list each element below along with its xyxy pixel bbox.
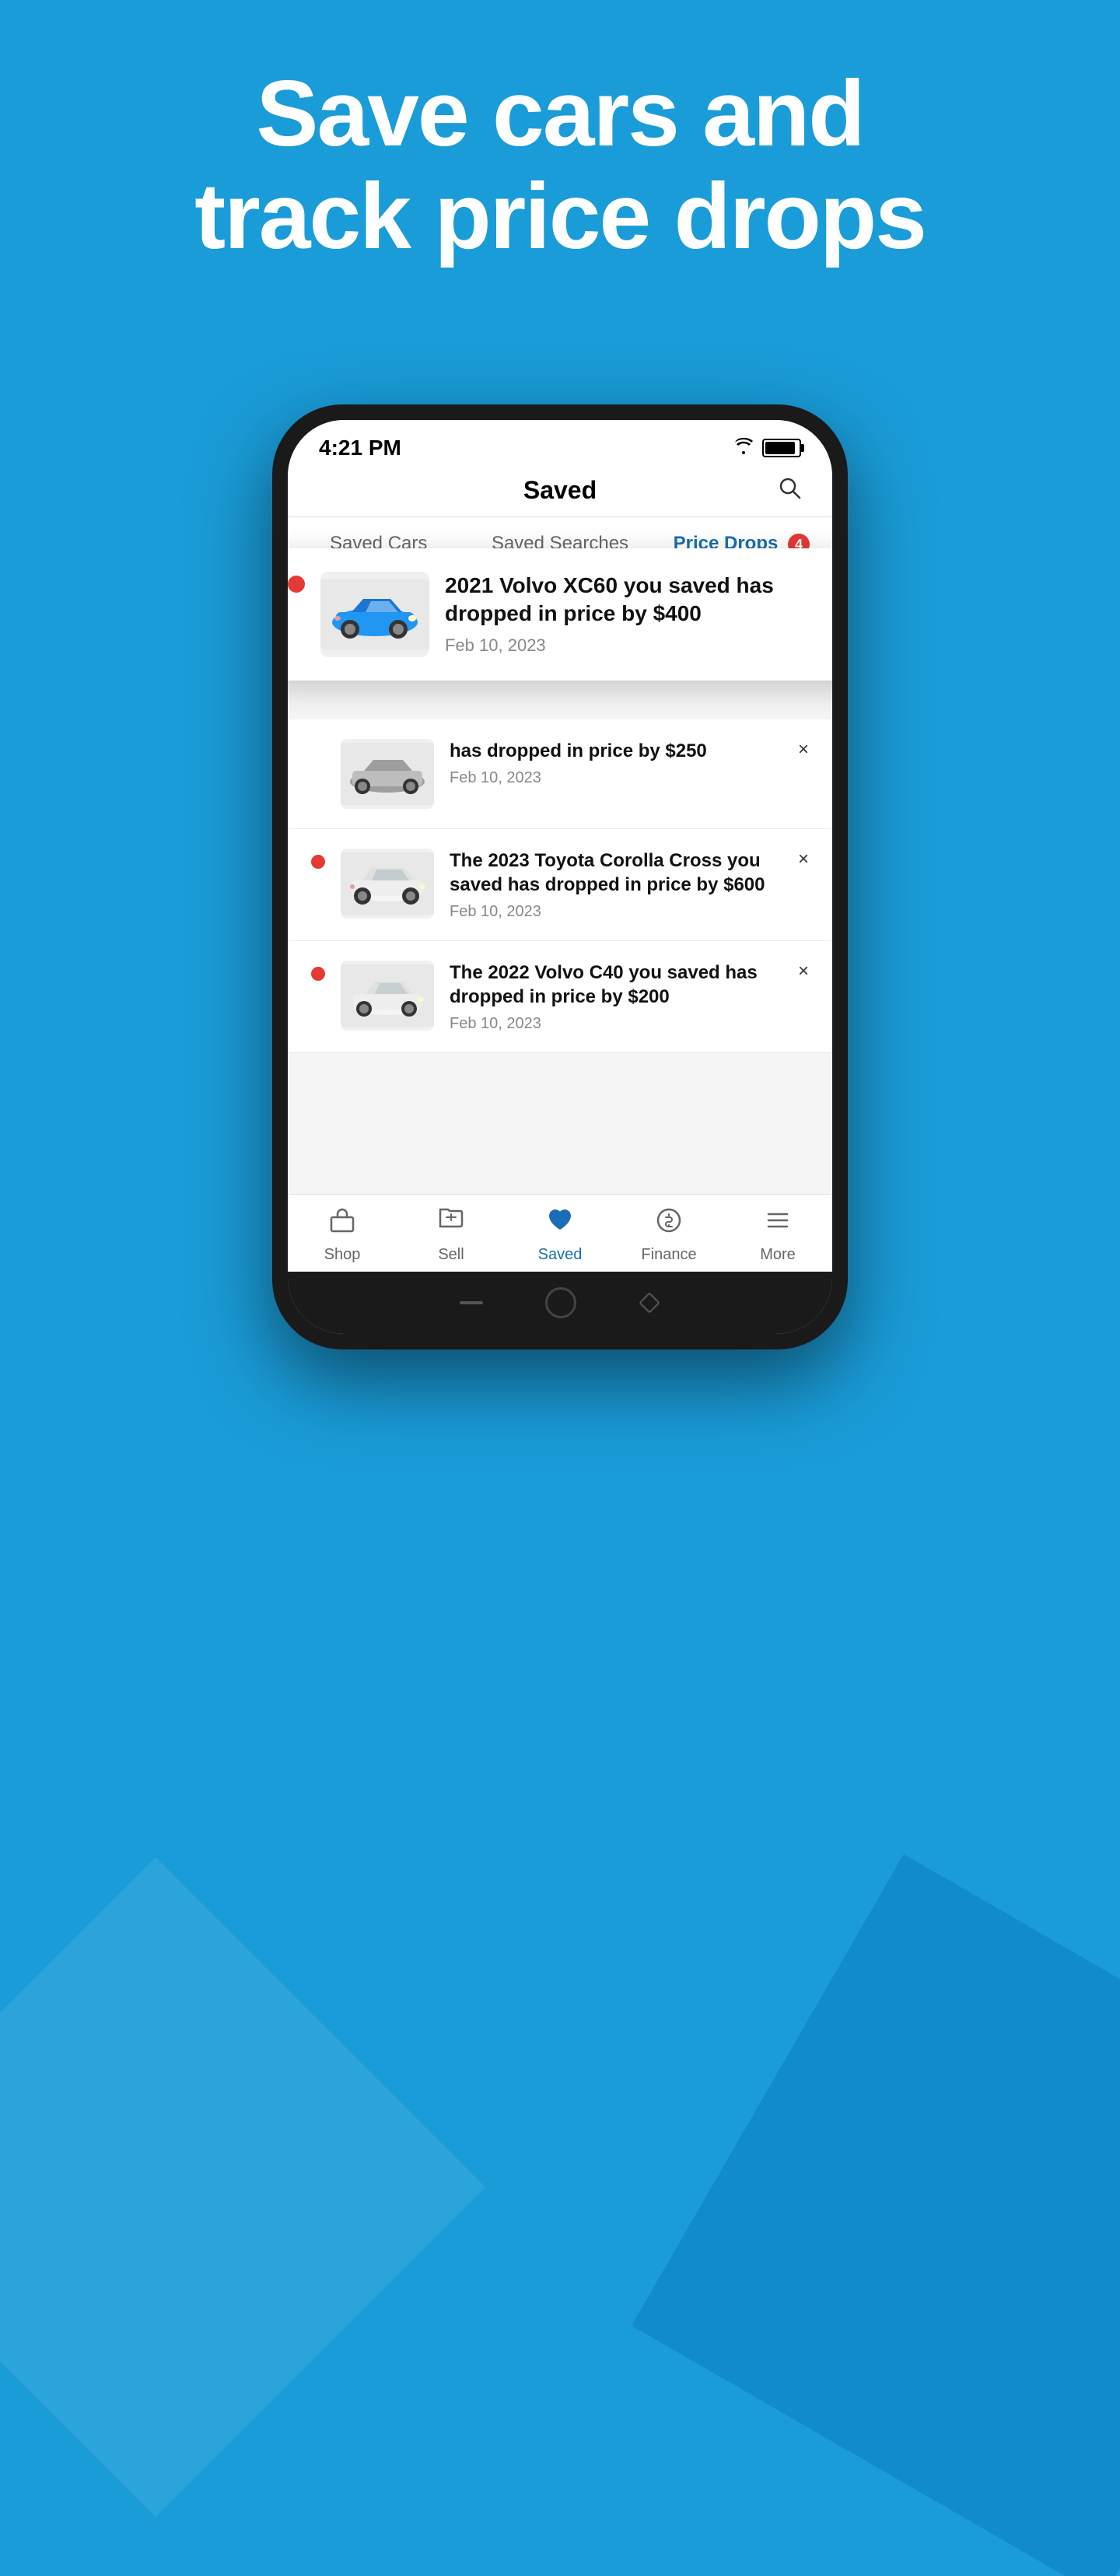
item-car-image-1 [341, 739, 434, 809]
phone-frame: 4:21 PM Saved [272, 404, 848, 1349]
item-text-1: has dropped in price by $250 Feb 10, 202… [450, 739, 782, 787]
item-unread-placeholder [311, 745, 325, 759]
item-date-2: Feb 10, 2023 [450, 903, 782, 921]
sell-icon [437, 1206, 465, 1241]
nav-item-saved[interactable]: Saved [506, 1206, 614, 1264]
nav-label-finance: Finance [641, 1246, 696, 1264]
bottom-nav: Shop Sell [288, 1194, 832, 1272]
more-icon [764, 1206, 792, 1241]
nav-label-sell: Sell [438, 1246, 464, 1264]
battery-icon [762, 439, 801, 457]
nav-label-saved: Saved [538, 1246, 583, 1264]
android-home-icon[interactable] [545, 1287, 576, 1318]
notification-card: 2021 Volvo XC60 you saved has dropped in… [288, 548, 832, 681]
hero-section: Save cars and track price drops [0, 62, 1120, 268]
content-spacer [288, 1053, 832, 1100]
wifi-icon [733, 437, 754, 460]
item-unread-dot-3 [311, 967, 325, 981]
item-title-2: The 2023 Toyota Corolla Cross you saved … [450, 849, 782, 897]
phone-container: 4:21 PM Saved [272, 404, 848, 1349]
item-date-1: Feb 10, 2023 [450, 769, 782, 787]
status-time: 4:21 PM [319, 436, 401, 460]
item-close-button-2[interactable]: × [798, 849, 809, 870]
nav-item-finance[interactable]: Finance [614, 1206, 723, 1264]
status-icons [733, 437, 801, 460]
notification-unread-dot [288, 576, 305, 593]
android-nav-bar [288, 1272, 832, 1334]
hero-title: Save cars and track price drops [62, 62, 1058, 268]
app-content: 2021 Volvo XC60 you saved has dropped in… [288, 572, 832, 1194]
item-title-1: has dropped in price by $250 [450, 739, 782, 763]
phone-screen: 4:21 PM Saved [288, 420, 832, 1334]
saved-icon [546, 1206, 574, 1241]
notification-car-image [320, 572, 429, 657]
nav-label-shop: Shop [324, 1246, 361, 1264]
item-close-button-1[interactable]: × [798, 739, 809, 761]
app-header: Saved [288, 468, 832, 517]
notification-title: 2021 Volvo XC60 you saved has dropped in… [445, 572, 832, 628]
item-text-2: The 2023 Toyota Corolla Cross you saved … [450, 849, 782, 921]
nav-item-shop[interactable]: Shop [288, 1206, 397, 1264]
item-text-3: The 2022 Volvo C40 you saved has dropped… [450, 961, 782, 1033]
app-title: Saved [523, 476, 597, 505]
finance-icon [655, 1206, 683, 1241]
item-unread-dot-2 [311, 855, 325, 869]
price-drop-item-2: The 2023 Toyota Corolla Cross you saved … [288, 829, 832, 941]
shop-icon [328, 1206, 356, 1241]
nav-label-more: More [760, 1246, 796, 1264]
price-drop-item-3: The 2022 Volvo C40 you saved has dropped… [288, 941, 832, 1053]
android-back-icon[interactable] [639, 1292, 660, 1314]
nav-item-more[interactable]: More [723, 1206, 832, 1264]
nav-item-sell[interactable]: Sell [397, 1206, 506, 1264]
item-close-button-3[interactable]: × [798, 961, 809, 982]
item-car-image-3 [341, 961, 434, 1031]
status-bar: 4:21 PM [288, 420, 832, 468]
item-car-image-2 [341, 849, 434, 919]
search-button[interactable] [778, 476, 801, 506]
item-date-3: Feb 10, 2023 [450, 1015, 782, 1033]
notification-date: Feb 10, 2023 [445, 635, 832, 656]
android-recents-icon[interactable] [460, 1301, 483, 1304]
price-drop-item-1: has dropped in price by $250 Feb 10, 202… [288, 719, 832, 829]
item-title-3: The 2022 Volvo C40 you saved has dropped… [450, 961, 782, 1009]
notification-text: 2021 Volvo XC60 you saved has dropped in… [445, 572, 832, 656]
